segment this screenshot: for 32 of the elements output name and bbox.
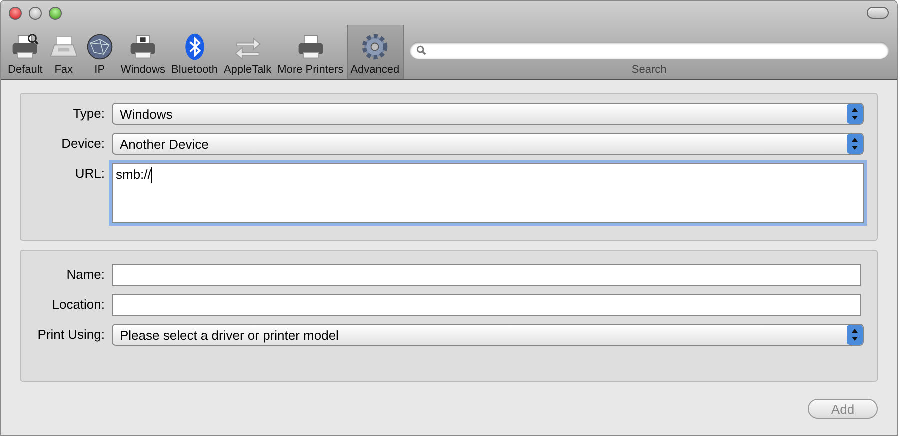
field-label: URL:: [74, 165, 106, 183]
field-label: Type:: [72, 105, 106, 123]
toolbar-button[interactable]: IP: [82, 25, 118, 79]
search-field[interactable]: [410, 42, 889, 59]
search-label: Search: [632, 64, 667, 76]
gear-icon: [360, 32, 390, 62]
field-label: Device:: [60, 135, 106, 153]
toolbar-button[interactable]: Bluetooth: [168, 25, 221, 79]
zoom-button[interactable]: [49, 6, 62, 20]
text-field[interactable]: [112, 264, 861, 286]
toolbar-button[interactable]: Windows: [118, 25, 168, 79]
toolbar-button[interactable]: Advanced: [346, 25, 404, 79]
toolbar-button[interactable]: Fax: [46, 25, 82, 79]
globe-icon: [84, 32, 115, 62]
field-label: Name:: [66, 266, 106, 284]
toolbar-button[interactable]: Default: [5, 25, 46, 79]
dropdown[interactable]: Please select a driver or printer model: [112, 324, 864, 346]
stepper-arrows-icon: [847, 325, 863, 345]
toolbar-button[interactable]: AppleTalk: [220, 25, 275, 79]
toolbar-button[interactable]: More Printers: [274, 25, 347, 79]
toolbar-toggle-button[interactable]: [867, 7, 889, 19]
stepper-arrows-icon: [847, 134, 863, 154]
field-label: Print Using:: [36, 326, 106, 344]
dropdown[interactable]: Windows: [112, 103, 864, 125]
close-button[interactable]: [9, 6, 22, 20]
minimize-button[interactable]: [29, 6, 42, 20]
dropdown[interactable]: Another Device: [112, 133, 864, 155]
search-icon: [416, 45, 427, 56]
url-field[interactable]: smb://: [112, 163, 864, 223]
field-label: Location:: [51, 296, 106, 314]
stepper-arrows-icon: [847, 104, 863, 124]
text-field[interactable]: [112, 294, 861, 316]
